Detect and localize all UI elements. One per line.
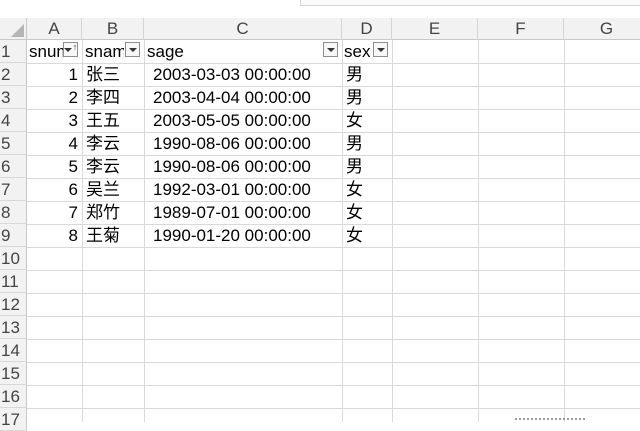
cell-sno[interactable]: 3 [27, 109, 82, 132]
row-header-3[interactable]: 3 [0, 86, 27, 109]
cell-sage[interactable]: 1990-08-06 00:00:00 [144, 132, 342, 155]
cell-sno[interactable]: 7 [27, 201, 82, 224]
column-header-c[interactable]: C [144, 18, 342, 40]
header-cell-sage[interactable]: sage [144, 40, 314, 63]
row-header-6[interactable]: 6 [0, 155, 27, 178]
row-header-15[interactable]: 15 [0, 362, 27, 385]
select-all-button[interactable] [0, 18, 27, 40]
row-header-14[interactable]: 14 [0, 339, 27, 362]
grid-line [27, 247, 640, 248]
grid-line [564, 40, 565, 422]
grid-line [392, 40, 393, 422]
grid-line [27, 385, 640, 386]
column-header-b[interactable]: B [82, 18, 144, 40]
cell-sage[interactable]: 1990-08-06 00:00:00 [144, 155, 342, 178]
cell-sex[interactable]: 男 [342, 86, 392, 109]
cell-sage[interactable]: 1990-01-20 00:00:00 [144, 224, 342, 247]
cell-sname[interactable]: 李四 [82, 86, 144, 109]
dropdown-filter-icon[interactable] [125, 42, 140, 57]
cell-sex[interactable]: 男 [342, 155, 392, 178]
cell-sno[interactable]: 1 [27, 63, 82, 86]
row-header-5[interactable]: 5 [0, 132, 27, 155]
cell-sex[interactable]: 女 [342, 224, 392, 247]
cell-sage[interactable]: 2003-05-05 00:00:00 [144, 109, 342, 132]
cell-sex[interactable]: 女 [342, 201, 392, 224]
row-header-17[interactable]: 17 [0, 408, 27, 431]
grid-line [27, 293, 640, 294]
dropdown-filter-icon[interactable] [323, 42, 338, 57]
row-header-1[interactable]: 1 [0, 40, 27, 63]
cell-sage[interactable]: 1992-03-01 00:00:00 [144, 178, 342, 201]
row-header-2[interactable]: 2 [0, 63, 27, 86]
column-header-g[interactable]: G [564, 18, 640, 40]
cell-sno[interactable]: 8 [27, 224, 82, 247]
dropdown-filter-icon[interactable] [373, 42, 388, 57]
cell-sname[interactable]: 郑竹 [82, 201, 144, 224]
row-header-13[interactable]: 13 [0, 316, 27, 339]
cell-sno[interactable]: 6 [27, 178, 82, 201]
row-header-16[interactable]: 16 [0, 385, 27, 408]
grid-line [478, 40, 479, 422]
cell-sname[interactable]: 李云 [82, 155, 144, 178]
cell-sage[interactable]: 2003-03-03 00:00:00 [144, 63, 342, 86]
row-header-4[interactable]: 4 [0, 109, 27, 132]
cell-sex[interactable]: 女 [342, 109, 392, 132]
grid-line [27, 270, 640, 271]
row-header-7[interactable]: 7 [0, 178, 27, 201]
header-cell-sex[interactable]: sex [342, 40, 372, 63]
cell-sex[interactable]: 男 [342, 132, 392, 155]
column-header-e[interactable]: E [392, 18, 478, 40]
grid-line [27, 362, 640, 363]
grid-line [27, 408, 640, 409]
cell-sname[interactable]: 王菊 [82, 224, 144, 247]
header-cell-sname[interactable]: snam [82, 40, 124, 63]
header-cell-sno[interactable]: snum [27, 40, 64, 63]
cell-sname[interactable]: 吴兰 [82, 178, 144, 201]
cell-sno[interactable]: 5 [27, 155, 82, 178]
row-header-8[interactable]: 8 [0, 201, 27, 224]
status-scroll-indicator [515, 418, 585, 422]
column-header-f[interactable]: F [478, 18, 564, 40]
cell-sage[interactable]: 2003-04-04 00:00:00 [144, 86, 342, 109]
grid-line [27, 339, 640, 340]
column-header-a[interactable]: A [27, 18, 82, 40]
cell-sname[interactable]: 王五 [82, 109, 144, 132]
cell-sname[interactable]: 李云 [82, 132, 144, 155]
grid-line [27, 316, 640, 317]
row-header-12[interactable]: 12 [0, 293, 27, 316]
formula-bar-edge [300, 0, 640, 6]
cell-sname[interactable]: 张三 [82, 63, 144, 86]
sort-ascending-filter-icon[interactable]: ↑ [63, 42, 78, 57]
cell-sex[interactable]: 女 [342, 178, 392, 201]
row-header-10[interactable]: 10 [0, 247, 27, 270]
cell-sno[interactable]: 2 [27, 86, 82, 109]
select-all-triangle-icon [11, 24, 24, 37]
cell-sno[interactable]: 4 [27, 132, 82, 155]
ribbon-edge [0, 0, 640, 18]
row-header-11[interactable]: 11 [0, 270, 27, 293]
cell-sage[interactable]: 1989-07-01 00:00:00 [144, 201, 342, 224]
row-header-9[interactable]: 9 [0, 224, 27, 247]
cell-sex[interactable]: 男 [342, 63, 392, 86]
column-header-d[interactable]: D [342, 18, 392, 40]
